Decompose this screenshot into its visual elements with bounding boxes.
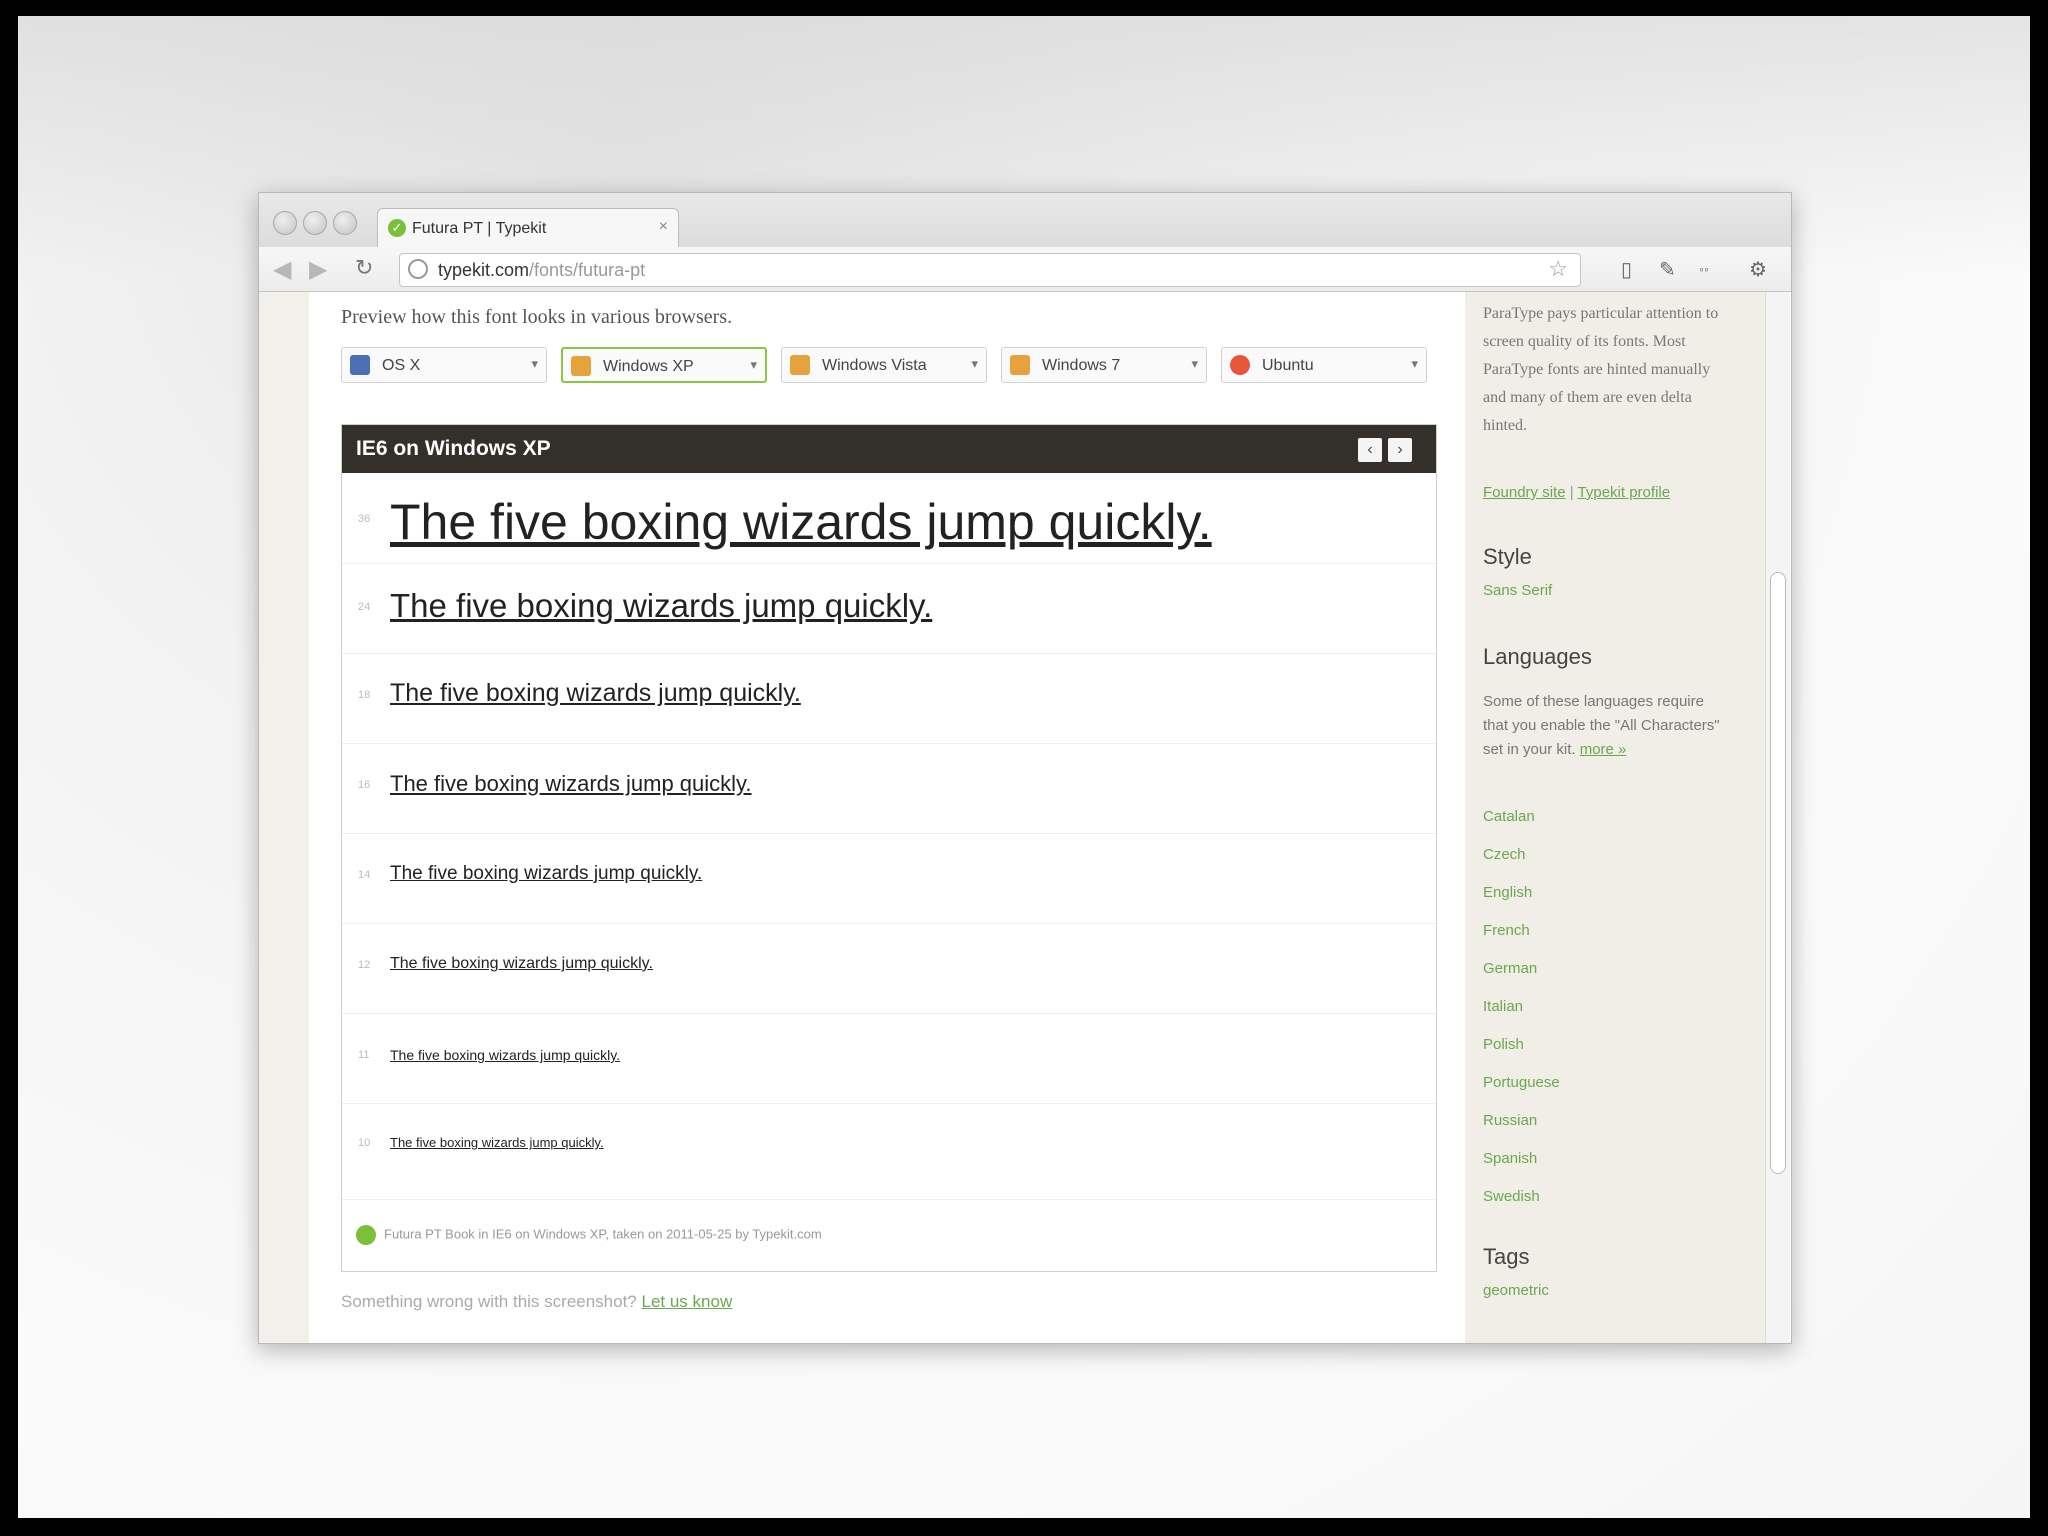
language-item[interactable]: Spanish [1483, 1150, 1537, 1167]
typekit-profile-link[interactable]: Typekit profile [1578, 484, 1671, 501]
windows-flag-icon [790, 355, 810, 375]
address-bar[interactable]: typekit.com/fonts/futura-pt ☆ [399, 253, 1581, 287]
os-dropdown-ubuntu[interactable]: Ubuntu ▾ [1221, 347, 1427, 383]
forward-arrow-icon[interactable]: ▶ [309, 255, 327, 284]
wrench-tool-icon[interactable]: ✎ [1659, 257, 1676, 282]
specimen-row: 36 The five boxing wizards jump quickly. [342, 473, 1436, 564]
specimen-text: The five boxing wizards jump quickly. [390, 1047, 621, 1063]
more-languages-link[interactable]: more » [1580, 741, 1627, 758]
browser-toolbar: ◀ ▶ ↻ typekit.com/fonts/futura-pt ☆ ▯ ✎ … [259, 247, 1791, 292]
zoom-window-button[interactable] [333, 211, 357, 235]
language-item[interactable]: Catalan [1483, 808, 1535, 825]
page-content: Preview how this font looks in various b… [259, 292, 1791, 1343]
language-item[interactable]: Swedish [1483, 1188, 1540, 1205]
specimen-text: The five boxing wizards jump quickly. [390, 494, 1212, 550]
specimen-text: The five boxing wizards jump quickly. [390, 863, 703, 884]
specimen-footer: Futura PT Book in IE6 on Windows XP, tak… [356, 1225, 822, 1245]
language-item[interactable]: English [1483, 884, 1532, 901]
languages-note: Some of these languages require that you… [1483, 693, 1720, 758]
foundry-links: Foundry site | Typekit profile [1483, 484, 1671, 501]
browser-window: ✓ Futura PT | Typekit × ◀ ▶ ↻ typekit.co… [258, 192, 1792, 1344]
specimen-text: The five boxing wizards jump quickly. [390, 679, 801, 707]
style-value-link[interactable]: Sans Serif [1483, 582, 1552, 599]
previous-screenshot-button[interactable]: ‹ [1358, 438, 1382, 462]
about-foundry-text: ParaType pays particular attention to sc… [1483, 305, 1719, 434]
language-item[interactable]: Czech [1483, 846, 1526, 863]
extension-badge-icon[interactable]: ◦◦ [1699, 261, 1709, 277]
languages-heading: Languages [1483, 644, 1592, 669]
close-window-button[interactable] [273, 211, 297, 235]
settings-wrench-icon[interactable]: ⚙ [1749, 257, 1767, 282]
specimen-row: 14 The five boxing wizards jump quickly. [342, 833, 1436, 924]
extension-icon[interactable]: ▯ [1621, 257, 1632, 282]
chevron-down-icon: ▾ [531, 356, 538, 371]
next-screenshot-button[interactable]: › [1388, 438, 1412, 462]
foundry-site-link[interactable]: Foundry site [1483, 484, 1566, 501]
language-item[interactable]: Italian [1483, 998, 1523, 1015]
font-info-sidebar: ParaType pays particular attention to sc… [1465, 292, 1765, 1343]
chevron-down-icon: ▾ [971, 356, 978, 371]
vertical-scrollbar[interactable] [1765, 292, 1790, 1343]
specimen-text: The five boxing wizards jump quickly. [390, 955, 653, 972]
let-us-know-link[interactable]: Let us know [642, 1292, 733, 1311]
left-gutter [259, 292, 309, 1343]
minimize-window-button[interactable] [303, 211, 327, 235]
specimen-header: IE6 on Windows XP ‹ › [342, 425, 1436, 473]
specimen-row: 16 The five boxing wizards jump quickly. [342, 743, 1436, 834]
font-specimen-panel: IE6 on Windows XP ‹ › 36 The five boxing… [341, 424, 1437, 1272]
language-item[interactable]: Russian [1483, 1112, 1537, 1129]
language-item[interactable]: German [1483, 960, 1537, 977]
windows-flag-icon [571, 356, 591, 376]
specimen-text: The five boxing wizards jump quickly. [390, 1135, 604, 1150]
language-item[interactable]: Polish [1483, 1036, 1524, 1053]
specimen-row: 18 The five boxing wizards jump quickly. [342, 653, 1436, 744]
specimen-row: 12 The five boxing wizards jump quickly. [342, 923, 1436, 1014]
tab-strip: ✓ Futura PT | Typekit × [259, 193, 1791, 248]
browser-tab[interactable]: ✓ Futura PT | Typekit × [377, 208, 679, 248]
specimen-text: The five boxing wizards jump quickly. [390, 771, 752, 796]
tags-heading: Tags [1483, 1244, 1530, 1269]
tab-title: Futura PT | Typekit [412, 220, 547, 237]
os-dropdown-osx[interactable]: OS X ▾ [341, 347, 547, 383]
reload-icon[interactable]: ↻ [355, 255, 373, 281]
url-text: typekit.com/fonts/futura-pt [438, 260, 646, 280]
typekit-logo-icon [356, 1225, 376, 1245]
preview-intro-text: Preview how this font looks in various b… [341, 306, 733, 328]
back-arrow-icon[interactable]: ◀ [273, 255, 291, 284]
os-dropdown-windows-7[interactable]: Windows 7 ▾ [1001, 347, 1207, 383]
chevron-down-icon: ▾ [1191, 356, 1198, 371]
windows-flag-icon [1010, 355, 1030, 375]
language-item[interactable]: Portuguese [1483, 1074, 1560, 1091]
bookmark-star-icon[interactable]: ☆ [1548, 256, 1568, 282]
report-problem-line: Something wrong with this screenshot? Le… [341, 1292, 733, 1311]
specimen-row: 11 The five boxing wizards jump quickly. [342, 1013, 1436, 1104]
globe-icon [408, 259, 428, 279]
chevron-down-icon: ▾ [750, 357, 757, 372]
language-item[interactable]: French [1483, 922, 1530, 939]
os-dropdown-windows-vista[interactable]: Windows Vista ▾ [781, 347, 987, 383]
specimen-title: IE6 on Windows XP [356, 437, 551, 460]
apple-os-icon [350, 355, 370, 375]
tab-close-icon[interactable]: × [659, 218, 668, 236]
specimen-row: 24 The five boxing wizards jump quickly. [342, 563, 1436, 654]
style-heading: Style [1483, 544, 1532, 569]
specimen-row: 10 The five boxing wizards jump quickly. [342, 1103, 1436, 1200]
typekit-favicon-icon: ✓ [388, 219, 406, 237]
specimen-text: The five boxing wizards jump quickly. [390, 587, 933, 624]
scrollbar-thumb[interactable] [1770, 572, 1786, 1174]
chevron-down-icon: ▾ [1411, 356, 1418, 371]
os-dropdown-windows-xp[interactable]: Windows XP ▾ [561, 347, 767, 383]
tag-link[interactable]: geometric [1483, 1282, 1549, 1299]
ubuntu-logo-icon [1230, 355, 1250, 375]
